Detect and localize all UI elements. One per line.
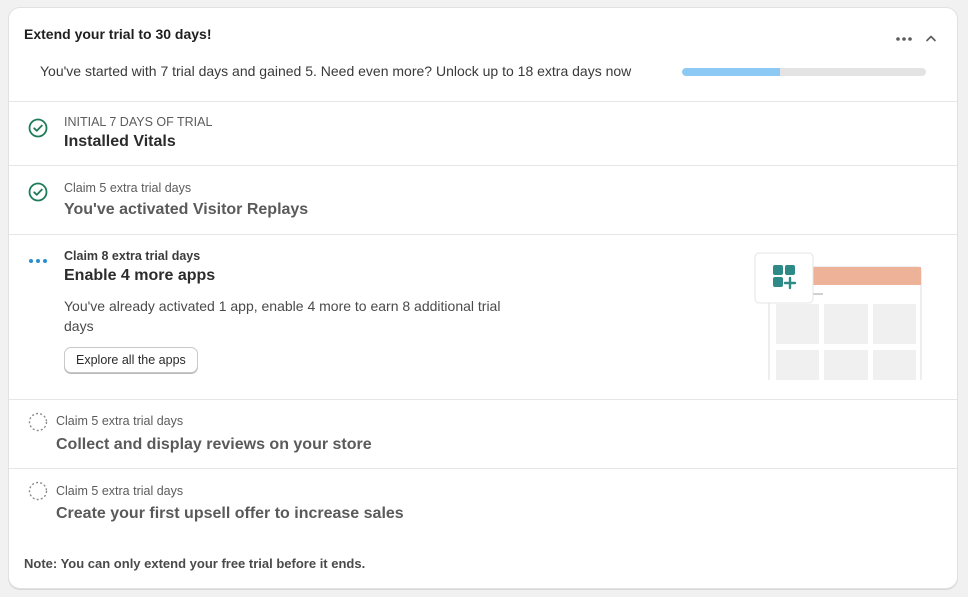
- step-title: Create your first upsell offer to increa…: [56, 505, 404, 522]
- step-title: Installed Vitals: [64, 133, 176, 150]
- dashed-circle-icon: [28, 481, 48, 501]
- chevron-up-icon: [926, 35, 936, 42]
- in-progress-dots-icon: [27, 251, 49, 271]
- step-title: Enable 4 more apps: [64, 267, 216, 284]
- step-collect-reviews: Claim 5 extra trial days Collect and dis…: [9, 400, 957, 469]
- card-title: Extend your trial to 30 days!: [24, 26, 212, 42]
- step-subtitle: INITIAL 7 DAYS OF TRIAL: [64, 115, 213, 129]
- step-upsell-offer: Claim 5 extra trial days Create your fir…: [9, 469, 957, 537]
- step-title: Collect and display reviews on your stor…: [56, 436, 372, 453]
- trial-note: Note: You can only extend your free tria…: [24, 556, 366, 571]
- trial-extension-card: Extend your trial to 30 days! You've sta…: [8, 7, 958, 589]
- step-subtitle: Claim 5 extra trial days: [64, 181, 192, 195]
- progress-bar: [682, 68, 926, 76]
- dashed-circle-icon: [28, 412, 48, 432]
- step-installed-vitals: INITIAL 7 DAYS OF TRIAL Installed Vitals: [9, 101, 957, 166]
- explore-apps-button[interactable]: Explore all the apps: [64, 347, 198, 373]
- step-description: You've already activated 1 app, enable 4…: [64, 298, 501, 334]
- step-title: You've activated Visitor Replays: [64, 201, 309, 218]
- progress-bar-fill: [682, 68, 780, 76]
- check-circle-icon: [28, 118, 48, 138]
- progress-text: You've started with 7 trial days and gai…: [40, 63, 632, 79]
- collapse-button[interactable]: [922, 30, 940, 46]
- step-subtitle: Claim 5 extra trial days: [56, 484, 184, 498]
- check-circle-icon: [28, 182, 48, 202]
- more-horizontal-icon: [896, 37, 912, 41]
- step-enable-apps: Claim 8 extra trial days Enable 4 more a…: [9, 235, 957, 400]
- card-header: Extend your trial to 30 days! You've sta…: [9, 8, 957, 102]
- apps-illustration: [753, 252, 923, 387]
- step-visitor-replays: Claim 5 extra trial days You've activate…: [9, 166, 957, 235]
- step-subtitle: Claim 5 extra trial days: [56, 414, 184, 428]
- step-subtitle: Claim 8 extra trial days: [64, 249, 201, 263]
- more-options-button[interactable]: [893, 32, 917, 44]
